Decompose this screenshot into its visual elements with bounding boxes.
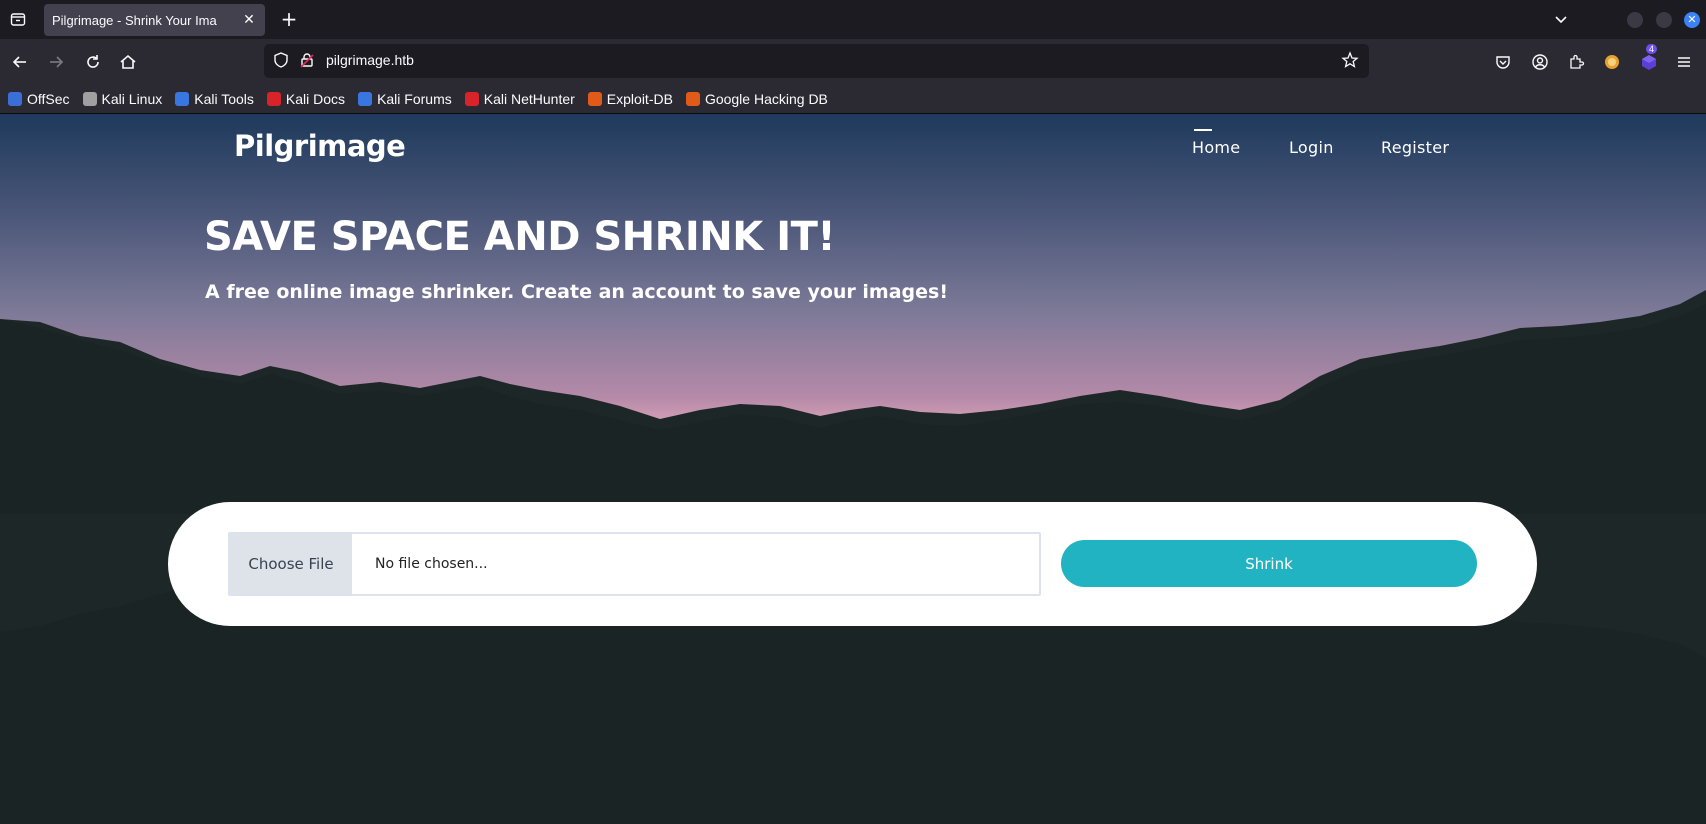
bookmark-kali-linux[interactable]: Kali Linux <box>82 91 163 107</box>
bookmark-label: OffSec <box>27 91 70 107</box>
bookmark-exploit-db[interactable]: Exploit-DB <box>587 91 673 107</box>
minimize-window-button[interactable] <box>1627 12 1643 28</box>
shrink-button[interactable]: Shrink <box>1061 540 1477 587</box>
hero-title: SAVE SPACE AND SHRINK IT! <box>204 214 836 260</box>
offsec-icon <box>8 92 22 106</box>
nethunter-icon <box>464 92 479 106</box>
shield-icon[interactable] <box>272 51 292 71</box>
upload-card: Choose File No file chosen... Shrink <box>168 502 1537 626</box>
close-tab-icon[interactable]: ✕ <box>241 12 257 28</box>
hero-subtitle: A free online image shrinker. Create an … <box>205 281 948 303</box>
navigation-toolbar: pilgrimage.htb 4 <box>0 39 1706 85</box>
kali-docs-icon <box>266 92 281 106</box>
bookmark-google-hacking-db[interactable]: Google Hacking DB <box>685 91 828 107</box>
pocket-icon[interactable] <box>1492 51 1514 73</box>
bookmark-kali-tools[interactable]: Kali Tools <box>175 91 254 107</box>
bookmark-offsec[interactable]: OffSec <box>8 91 70 107</box>
extension-cube-icon[interactable] <box>1638 51 1660 73</box>
kali-dragon-icon <box>82 92 97 106</box>
bookmark-star-icon[interactable] <box>1341 51 1361 71</box>
file-name-label: No file chosen... <box>375 556 488 572</box>
ghdb-icon <box>685 92 700 106</box>
bookmark-label: Kali Tools <box>194 91 254 107</box>
back-arrow-icon[interactable] <box>9 51 31 73</box>
close-window-button[interactable]: ✕ <box>1684 12 1700 28</box>
firefox-view-icon[interactable] <box>8 9 28 29</box>
foxyproxy-icon[interactable] <box>1601 51 1623 73</box>
file-input[interactable]: Choose File No file chosen... <box>228 532 1041 596</box>
url-bar[interactable]: pilgrimage.htb <box>264 44 1369 78</box>
active-tab[interactable]: Pilgrimage - Shrink Your Ima ✕ <box>44 4 265 36</box>
bookmark-kali-forums[interactable]: Kali Forums <box>358 91 452 107</box>
kali-forums-icon <box>358 92 373 106</box>
bookmark-label: Kali Forums <box>377 91 452 107</box>
nav-home[interactable]: Home <box>1192 138 1240 157</box>
bookmark-label: Kali Linux <box>101 91 163 107</box>
extensions-icon[interactable] <box>1565 51 1587 73</box>
chevron-down-icon[interactable] <box>1551 9 1571 29</box>
bookmark-label: Exploit-DB <box>606 91 673 107</box>
bookmark-label: Kali NetHunter <box>483 91 575 107</box>
tab-bar: Pilgrimage - Shrink Your Ima ✕ + ✕ <box>0 0 1706 39</box>
nav-register[interactable]: Register <box>1381 138 1449 157</box>
menu-icon[interactable] <box>1673 51 1695 73</box>
choose-file-button[interactable]: Choose File <box>230 534 352 594</box>
web-page: Pilgrimage Home Login Register SAVE SPAC… <box>0 114 1706 824</box>
reload-icon[interactable] <box>82 51 104 73</box>
account-icon[interactable] <box>1529 51 1551 73</box>
exploit-db-icon <box>587 92 602 106</box>
extension-badge: 4 <box>1646 44 1658 54</box>
insecure-lock-icon[interactable] <box>298 51 318 71</box>
bookmark-kali-docs[interactable]: Kali Docs <box>266 91 346 107</box>
bookmarks-toolbar: OffSec Kali Linux Kali Tools Kali Docs Kali … <box>0 85 1706 114</box>
tab-title: Pilgrimage - Shrink Your Ima <box>52 12 217 28</box>
nav-login[interactable]: Login <box>1289 138 1334 157</box>
url-text: pilgrimage.htb <box>326 52 414 68</box>
kali-tools-icon <box>175 92 190 106</box>
active-nav-indicator <box>1194 129 1212 131</box>
home-icon[interactable] <box>117 51 139 73</box>
bookmark-kali-nethunter[interactable]: Kali NetHunter <box>464 91 575 107</box>
forward-arrow-icon[interactable] <box>45 51 67 73</box>
new-tab-button[interactable]: + <box>278 8 300 30</box>
site-brand[interactable]: Pilgrimage <box>234 129 406 163</box>
maximize-window-button[interactable] <box>1656 12 1672 28</box>
bookmark-label: Google Hacking DB <box>704 91 828 107</box>
bookmark-label: Kali Docs <box>285 91 346 107</box>
